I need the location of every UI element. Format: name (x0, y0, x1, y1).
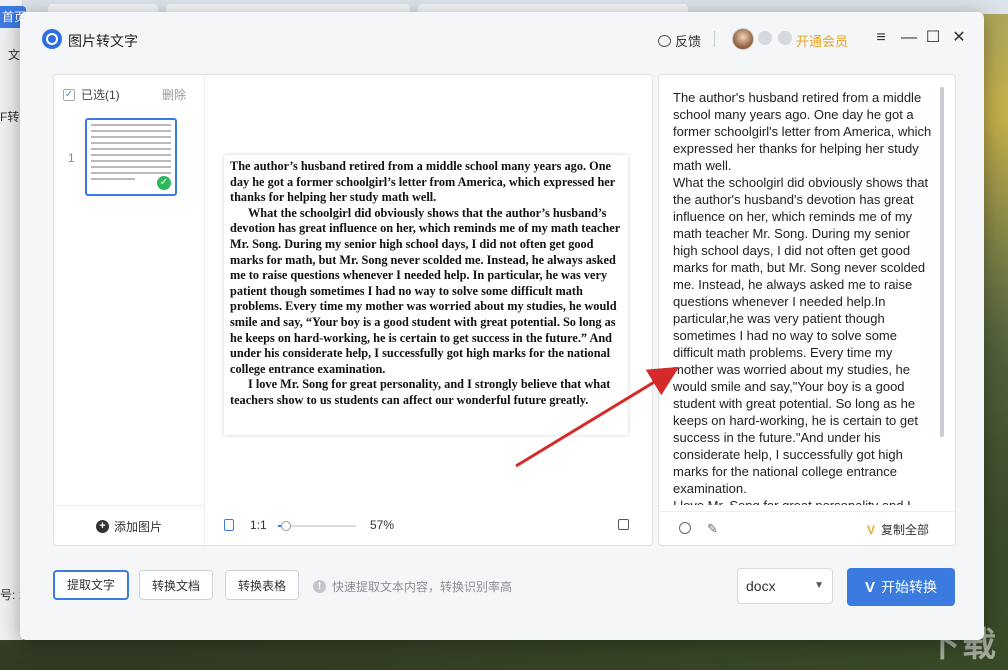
plus-icon: + (95, 519, 109, 533)
result-paragraph: I love Mr. Song for great personality an… (673, 497, 935, 505)
copy-all-label: 复制全部 (881, 523, 930, 537)
rotate-icon[interactable] (618, 519, 629, 530)
zoom-slider-handle[interactable] (281, 521, 292, 531)
convert-table-button[interactable]: 转换表格 (225, 570, 300, 600)
convert-document-button[interactable]: 转换文档 (139, 570, 214, 600)
edit-icon[interactable]: ✎ (707, 521, 718, 537)
info-icon: ! (313, 580, 326, 593)
add-image-button[interactable]: + 添加图片 (54, 505, 204, 546)
preview-paragraph: What the schoolgirl did obviously shows … (230, 205, 620, 376)
result-paragraph: The author's husband retired from a midd… (673, 90, 932, 173)
feedback-label: 反馈 (675, 34, 702, 49)
extract-text-button[interactable]: 提取文字 (53, 570, 130, 600)
output-format-value: docx (746, 578, 776, 594)
preview-toolbar: 1:1 57% (204, 513, 652, 539)
output-format-select[interactable]: docx ▼ (737, 568, 833, 604)
check-icon: ✓ (157, 176, 171, 190)
user-avatar[interactable] (732, 28, 754, 50)
maximize-icon[interactable]: ☐ (924, 29, 942, 47)
preview-paragraph: I love Mr. Song for great personality, a… (230, 377, 611, 407)
vip-icon: V (864, 578, 875, 596)
zoom-slider[interactable] (278, 521, 356, 531)
hint-label: 快速提取文本内容，转换识别率高 (332, 580, 513, 594)
preview-paragraph: The author’s husband retired from a midd… (230, 159, 615, 205)
hint-text: ! 快速提取文本内容，转换识别率高 (313, 578, 512, 595)
start-convert-button[interactable]: V 开始转换 (847, 568, 955, 606)
result-paragraph: What the schoolgirl did obviously shows … (673, 175, 929, 496)
vip-icon: V (867, 522, 876, 537)
translate-icon[interactable] (679, 522, 691, 534)
level-badge-icon (758, 31, 772, 45)
thumbnail-column: ✓ 已选(1) 删除 1 ✓ + 添加图片 (54, 75, 205, 545)
background-sidebar-text: 文 (8, 48, 21, 62)
actual-size-button[interactable]: 1:1 (250, 518, 267, 532)
vip-badge-icon (778, 31, 792, 45)
menu-icon[interactable]: ≡ (872, 29, 890, 47)
fit-screen-icon[interactable] (224, 519, 234, 531)
chevron-down-icon: ▼ (814, 580, 824, 591)
scrollbar[interactable] (940, 87, 944, 437)
app-logo-icon (42, 29, 62, 49)
delete-button[interactable]: 删除 (162, 86, 186, 103)
feedback-button[interactable]: 反馈 (658, 31, 701, 50)
close-icon[interactable]: ✕ (950, 29, 968, 47)
result-panel: The author's husband retired from a midd… (658, 74, 956, 546)
chat-bubble-icon (658, 34, 671, 47)
image-preview: The author’s husband retired from a midd… (204, 75, 652, 505)
source-panel: ✓ 已选(1) 删除 1 ✓ + 添加图片 The author’s husba… (53, 74, 653, 546)
title-bar: 图片转文字 反馈 开通会员 ≡ — ☐ ✕ (20, 12, 984, 66)
app-title: 图片转文字 (68, 33, 138, 49)
selected-count-label: 已选(1) (81, 88, 120, 102)
image-to-text-window: 图片转文字 反馈 开通会员 ≡ — ☐ ✕ ✓ 已选(1) 删除 1 ✓ + 添… (20, 12, 984, 640)
recognized-text[interactable]: The author's husband retired from a midd… (673, 89, 935, 505)
add-image-label: 添加图片 (113, 519, 162, 534)
open-vip-link[interactable]: 开通会员 (796, 31, 848, 50)
divider (714, 31, 715, 47)
select-all-checkbox[interactable]: ✓ 已选(1) (63, 86, 120, 103)
source-document-image: The author’s husband retired from a midd… (224, 155, 628, 435)
page-number: 1 (68, 151, 75, 165)
background-sidebar-text: F转 (0, 110, 20, 124)
copy-all-button[interactable]: V 复制全部 (867, 521, 929, 538)
result-toolbar: ✎ V 复制全部 (659, 511, 955, 545)
checkbox-checked-icon: ✓ (63, 88, 75, 101)
start-convert-label: 开始转换 (881, 579, 937, 595)
page-thumbnail[interactable]: ✓ (85, 118, 177, 196)
minimize-icon[interactable]: — (900, 29, 918, 47)
zoom-percentage: 57% (370, 518, 395, 532)
